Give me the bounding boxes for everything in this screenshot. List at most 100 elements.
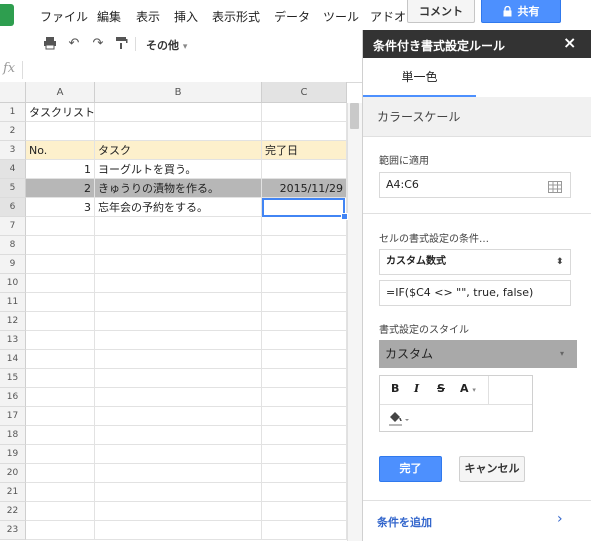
paint-format-icon[interactable] bbox=[113, 36, 129, 52]
grid-cell[interactable] bbox=[26, 445, 95, 464]
cell-c4[interactable] bbox=[262, 160, 347, 179]
grid-cell[interactable] bbox=[262, 350, 347, 369]
grid-cell[interactable] bbox=[262, 407, 347, 426]
grid-cell[interactable] bbox=[95, 331, 262, 350]
cell-a1[interactable]: タスクリスト bbox=[26, 103, 95, 122]
cell-c5[interactable]: 2015/11/29 bbox=[262, 179, 347, 198]
grid-cell[interactable] bbox=[262, 464, 347, 483]
cell-b5[interactable]: きゅうりの漬物を作る。 bbox=[95, 179, 262, 198]
grid-cell[interactable] bbox=[26, 255, 95, 274]
row-header[interactable]: 13 bbox=[0, 331, 26, 350]
bold-icon[interactable]: B bbox=[391, 382, 399, 395]
grid-cell[interactable] bbox=[95, 274, 262, 293]
grid-cell[interactable] bbox=[262, 388, 347, 407]
grid-cell[interactable] bbox=[262, 217, 347, 236]
grid-cell[interactable] bbox=[26, 331, 95, 350]
cell-b3[interactable]: タスク bbox=[95, 141, 262, 160]
row-header[interactable]: 3 bbox=[0, 141, 26, 160]
grid-cell[interactable] bbox=[26, 464, 95, 483]
menu-addons[interactable]: アドオン bbox=[370, 8, 408, 25]
row-header[interactable]: 6 bbox=[0, 198, 26, 217]
grid-cell[interactable] bbox=[95, 122, 262, 141]
row-header[interactable]: 14 bbox=[0, 350, 26, 369]
grid-cell[interactable] bbox=[26, 369, 95, 388]
row-header[interactable]: 11 bbox=[0, 293, 26, 312]
menu-tools[interactable]: ツール bbox=[323, 8, 359, 25]
tab-single-color[interactable]: 単一色 bbox=[363, 58, 476, 97]
italic-icon[interactable]: I bbox=[414, 382, 419, 395]
done-button[interactable]: 完了 bbox=[379, 456, 442, 482]
print-icon[interactable] bbox=[42, 36, 58, 52]
vertical-scrollbar[interactable] bbox=[347, 103, 363, 541]
grid-cell[interactable] bbox=[26, 388, 95, 407]
grid-cell[interactable] bbox=[262, 236, 347, 255]
grid-cell[interactable] bbox=[95, 255, 262, 274]
select-all-corner[interactable] bbox=[0, 82, 26, 103]
grid-cell[interactable] bbox=[262, 312, 347, 331]
grid-cell[interactable] bbox=[26, 274, 95, 293]
grid-select-icon[interactable] bbox=[548, 178, 562, 202]
grid-cell[interactable] bbox=[262, 122, 347, 141]
grid-cell[interactable] bbox=[26, 217, 95, 236]
condition-dropdown[interactable]: カスタム数式 ⬍ bbox=[379, 249, 571, 275]
more-menu[interactable]: その他 ▾ bbox=[146, 37, 187, 53]
grid-cell[interactable] bbox=[95, 236, 262, 255]
grid-cell[interactable] bbox=[26, 521, 95, 540]
row-header[interactable]: 21 bbox=[0, 483, 26, 502]
grid-cell[interactable] bbox=[262, 521, 347, 540]
grid-cell[interactable] bbox=[26, 483, 95, 502]
grid-cell[interactable] bbox=[262, 331, 347, 350]
grid-cell[interactable] bbox=[95, 407, 262, 426]
grid-cell[interactable] bbox=[262, 426, 347, 445]
row-header[interactable]: 20 bbox=[0, 464, 26, 483]
row-header[interactable]: 5 bbox=[0, 179, 26, 198]
grid-cell[interactable] bbox=[95, 217, 262, 236]
grid-cell[interactable] bbox=[95, 312, 262, 331]
menu-format[interactable]: 表示形式 bbox=[212, 8, 260, 25]
style-dropdown[interactable]: カスタム ▾ bbox=[379, 340, 577, 368]
grid-cell[interactable] bbox=[262, 103, 347, 122]
grid-cell[interactable] bbox=[262, 483, 347, 502]
menu-edit[interactable]: 編集 bbox=[97, 8, 121, 25]
grid-cell[interactable] bbox=[95, 445, 262, 464]
grid-cell[interactable] bbox=[26, 350, 95, 369]
row-header[interactable]: 1 bbox=[0, 103, 26, 122]
grid-cell[interactable] bbox=[95, 426, 262, 445]
grid-cell[interactable] bbox=[95, 103, 262, 122]
cell-a5[interactable]: 2 bbox=[26, 179, 95, 198]
undo-icon[interactable]: ↶ bbox=[66, 36, 82, 52]
row-header[interactable]: 16 bbox=[0, 388, 26, 407]
add-condition-link[interactable]: 条件を追加 bbox=[377, 514, 432, 530]
grid-cell[interactable] bbox=[95, 388, 262, 407]
grid-cell[interactable] bbox=[26, 502, 95, 521]
cell-a4[interactable]: 1 bbox=[26, 160, 95, 179]
row-header[interactable]: 8 bbox=[0, 236, 26, 255]
redo-icon[interactable]: ↷ bbox=[90, 36, 106, 52]
grid-cell[interactable] bbox=[95, 293, 262, 312]
menu-data[interactable]: データ bbox=[274, 8, 310, 25]
cell-b6[interactable]: 忘年会の予約をする。 bbox=[95, 198, 262, 217]
grid-cell[interactable] bbox=[26, 312, 95, 331]
strikethrough-icon[interactable]: S bbox=[437, 382, 445, 395]
row-header[interactable]: 10 bbox=[0, 274, 26, 293]
grid-cell[interactable] bbox=[95, 464, 262, 483]
row-header[interactable]: 18 bbox=[0, 426, 26, 445]
row-header[interactable]: 15 bbox=[0, 369, 26, 388]
column-header-b[interactable]: B bbox=[95, 82, 262, 103]
range-input[interactable]: A4:C6 bbox=[379, 172, 571, 198]
row-header[interactable]: 17 bbox=[0, 407, 26, 426]
text-color-icon[interactable]: A ▾ bbox=[460, 382, 476, 395]
grid-cell[interactable] bbox=[26, 236, 95, 255]
grid-cell[interactable] bbox=[95, 483, 262, 502]
row-header[interactable]: 19 bbox=[0, 445, 26, 464]
grid-cell[interactable] bbox=[95, 369, 262, 388]
cell-b4[interactable]: ヨーグルトを買う。 bbox=[95, 160, 262, 179]
row-header[interactable]: 12 bbox=[0, 312, 26, 331]
fill-handle[interactable] bbox=[341, 213, 348, 220]
close-icon[interactable]: × bbox=[563, 33, 576, 52]
grid-cell[interactable] bbox=[262, 502, 347, 521]
row-header[interactable]: 9 bbox=[0, 255, 26, 274]
grid-cell[interactable] bbox=[95, 350, 262, 369]
grid-cell[interactable] bbox=[95, 521, 262, 540]
column-header-c[interactable]: C bbox=[262, 82, 347, 103]
